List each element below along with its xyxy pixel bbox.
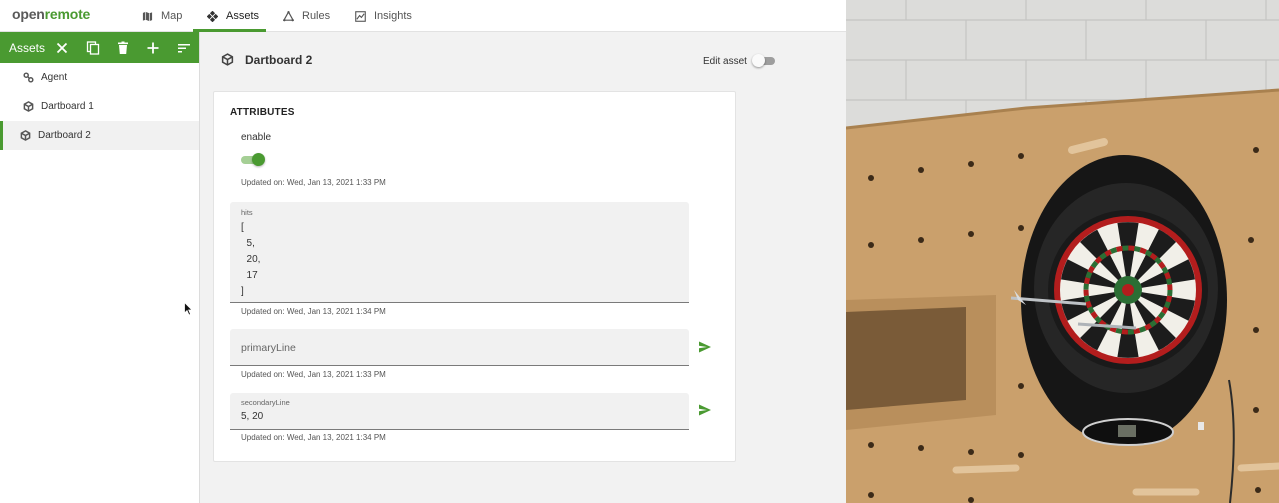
assets-icon — [207, 10, 218, 22]
hits-line: [ — [241, 222, 244, 233]
sort-button[interactable] — [169, 32, 199, 63]
copy-icon — [86, 40, 99, 55]
sidebar-title: Assets — [9, 40, 46, 55]
dartboard-video-feed — [846, 0, 1279, 503]
hits-line: 5, — [241, 238, 255, 249]
add-button[interactable] — [138, 32, 168, 63]
secondary-line-updated-timestamp: Updated on: Wed, Jan 13, 2021 1:34 PM — [241, 433, 386, 442]
send-icon — [699, 404, 711, 416]
rules-icon — [283, 10, 294, 21]
hits-line: 20, — [241, 254, 261, 265]
attributes-panel: ATTRIBUTES enable Updated on: Wed, Jan 1… — [213, 91, 736, 462]
asset-viewer: Dartboard 2 Edit asset ATTRIBUTES enable… — [201, 33, 846, 503]
tab-assets[interactable]: Assets — [193, 0, 266, 32]
page-title: Dartboard 2 — [245, 53, 313, 67]
secondary-line-send-button[interactable] — [698, 403, 712, 417]
mouse-cursor-icon — [184, 302, 193, 316]
hits-line: ] — [241, 286, 244, 297]
secondary-line-field[interactable]: secondaryLine 5, 20 — [230, 393, 689, 430]
sidebar-item-label: Dartboard 1 — [41, 101, 94, 112]
sidebar-item-dartboard-1[interactable]: Dartboard 1 — [0, 92, 199, 121]
tab-rules[interactable]: Rules — [283, 0, 330, 32]
enable-label: enable — [241, 132, 272, 143]
sidebar-item-dartboard-2[interactable]: Dartboard 2 — [0, 121, 199, 150]
copy-button[interactable] — [77, 32, 107, 63]
edit-asset-toggle[interactable] — [752, 54, 776, 68]
attributes-heading: ATTRIBUTES — [230, 107, 295, 118]
cube-icon — [23, 101, 34, 112]
sidebar-toolbar: Assets — [0, 32, 199, 63]
primary-line-field[interactable]: primaryLine — [230, 329, 689, 366]
openremote-logo[interactable]: openremote — [12, 6, 90, 22]
hits-updated-timestamp: Updated on: Wed, Jan 13, 2021 1:34 PM — [241, 307, 386, 316]
tab-assets-label: Assets — [226, 10, 260, 22]
sidebar-item-agent[interactable]: Agent — [0, 63, 199, 92]
asset-sidebar: Assets Agent Dartboard 1 Dartboard 2 — [0, 32, 200, 503]
close-button[interactable] — [47, 32, 77, 63]
insights-icon — [355, 10, 366, 22]
tab-rules-label: Rules — [302, 10, 331, 22]
delete-icon — [118, 41, 129, 54]
sidebar-item-label: Agent — [41, 72, 68, 83]
hits-line: 17 — [241, 270, 258, 281]
hits-value: [ 5, 20, 17 ] — [241, 220, 260, 300]
asset-header: Dartboard 2 Edit asset — [201, 33, 846, 88]
top-header: openremote Map Assets Rules Insights — [0, 0, 846, 32]
cube-icon — [20, 130, 31, 141]
toggle-knob — [252, 153, 265, 166]
cube-icon — [221, 53, 234, 66]
map-icon — [142, 11, 153, 21]
toggle-knob — [752, 54, 765, 67]
primary-line-updated-timestamp: Updated on: Wed, Jan 13, 2021 1:33 PM — [241, 370, 386, 379]
secondary-line-value: 5, 20 — [241, 411, 264, 422]
add-icon — [147, 42, 159, 53]
close-icon — [57, 42, 68, 53]
hits-label: hits — [241, 208, 253, 217]
dartboard-photo — [846, 0, 1279, 503]
send-icon — [699, 341, 711, 353]
primary-line-placeholder: primaryLine — [241, 342, 296, 354]
delete-button[interactable] — [108, 32, 138, 63]
tab-map-label: Map — [161, 10, 183, 22]
tab-insights[interactable]: Insights — [355, 0, 412, 32]
sidebar-item-label: Dartboard 2 — [38, 130, 91, 141]
tab-insights-label: Insights — [374, 10, 412, 22]
agent-icon — [23, 72, 34, 83]
app-window: openremote Map Assets Rules Insights Ass… — [0, 0, 846, 503]
enable-updated-timestamp: Updated on: Wed, Jan 13, 2021 1:33 PM — [241, 178, 386, 187]
tab-map[interactable]: Map — [142, 0, 182, 32]
secondary-line-label: secondaryLine — [241, 398, 290, 407]
sort-icon — [177, 43, 190, 52]
hits-field[interactable]: hits [ 5, 20, 17 ] — [230, 202, 689, 303]
enable-toggle[interactable] — [240, 153, 266, 167]
edit-asset-label: Edit asset — [703, 56, 747, 67]
primary-line-send-button[interactable] — [698, 340, 712, 354]
